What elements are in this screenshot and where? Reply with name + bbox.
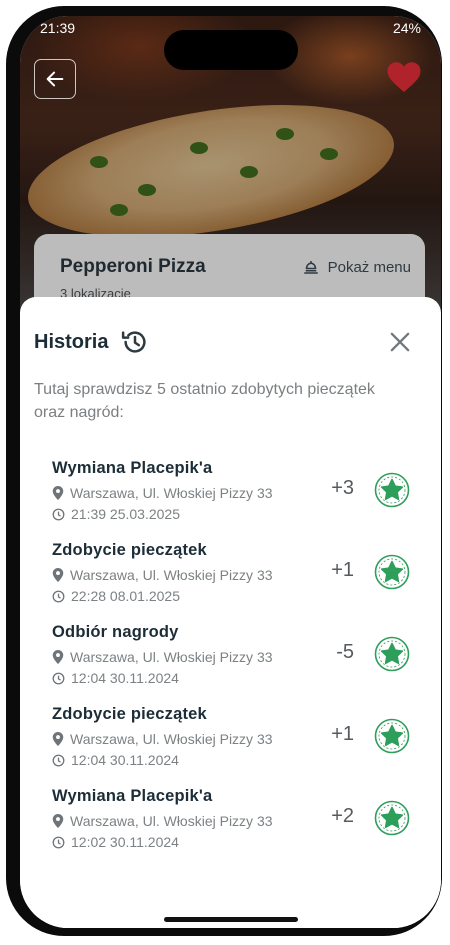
history-item: Wymiana Placepik'a Warszawa, Ul. Włoskie… — [52, 459, 412, 541]
history-item-address: Warszawa, Ul. Włoskiej Pizzy 33 — [70, 731, 273, 747]
history-item-datetime: 22:28 08.01.2025 — [71, 588, 180, 604]
history-icon — [121, 331, 146, 353]
history-item: Zdobycie pieczątek Warszawa, Ul. Włoskie… — [52, 541, 412, 623]
history-item-amount: +1 — [331, 723, 354, 745]
history-item-title: Wymiana Placepik'a — [52, 787, 213, 805]
history-item-address: Warszawa, Ul. Włoskiej Pizzy 33 — [70, 485, 273, 501]
sheet-description: Tutaj sprawdzisz 5 ostatnio zdobytych pi… — [34, 381, 375, 421]
history-list: Wymiana Placepik'a Warszawa, Ul. Włoskie… — [52, 459, 412, 869]
arrow-left-icon — [46, 71, 64, 87]
history-item-amount: +3 — [331, 477, 354, 499]
clock-icon — [52, 590, 65, 602]
heart-icon[interactable] — [386, 60, 422, 94]
location-pin-icon — [52, 814, 64, 828]
star-stamp-icon — [374, 718, 410, 754]
sheet-title: Historia — [34, 331, 109, 353]
history-item-address: Warszawa, Ul. Włoskiej Pizzy 33 — [70, 567, 273, 583]
show-menu-button[interactable]: Pokaż menu — [302, 258, 411, 276]
history-item-title: Zdobycie pieczątek — [52, 541, 207, 559]
location-pin-icon — [52, 650, 64, 664]
history-item-amount: -5 — [336, 641, 354, 663]
restaurant-name: Pepperoni Pizza — [60, 256, 206, 277]
history-item: Zdobycie pieczątek Warszawa, Ul. Włoskie… — [52, 705, 412, 787]
status-battery: 24% — [392, 20, 421, 36]
screen: 21:39 24% Pepperoni Pizza 3 lokalizacje … — [20, 16, 441, 928]
history-item-datetime: 12:04 30.11.2024 — [71, 670, 179, 686]
show-menu-label: Pokaż menu — [327, 258, 411, 276]
home-indicator[interactable] — [164, 917, 298, 922]
history-item-datetime: 12:02 30.11.2024 — [71, 834, 179, 850]
location-pin-icon — [52, 732, 64, 746]
history-item: Odbiór nagrody Warszawa, Ul. Włoskiej Pi… — [52, 623, 412, 705]
clock-icon — [52, 508, 65, 520]
clock-icon — [52, 836, 65, 848]
clock-icon — [52, 754, 65, 766]
history-item-title: Odbiór nagrody — [52, 623, 179, 641]
phone-frame: 21:39 24% Pepperoni Pizza 3 lokalizacje … — [6, 6, 442, 936]
star-stamp-icon — [374, 472, 410, 508]
history-item-amount: +2 — [331, 805, 354, 827]
history-item-amount: +1 — [331, 559, 354, 581]
star-stamp-icon — [374, 636, 410, 672]
status-time: 21:39 — [40, 20, 76, 36]
history-item: Wymiana Placepik'a Warszawa, Ul. Włoskie… — [52, 787, 412, 869]
clock-icon — [52, 672, 65, 684]
history-item-datetime: 21:39 25.03.2025 — [71, 506, 180, 522]
history-item-address: Warszawa, Ul. Włoskiej Pizzy 33 — [70, 813, 273, 829]
camera-notch — [164, 30, 298, 70]
close-icon[interactable] — [386, 328, 414, 356]
star-stamp-icon — [374, 554, 410, 590]
back-button[interactable] — [34, 59, 76, 99]
star-stamp-icon — [374, 800, 410, 836]
history-item-datetime: 12:04 30.11.2024 — [71, 752, 179, 768]
menu-icon — [303, 261, 318, 274]
history-item-title: Wymiana Placepik'a — [52, 459, 213, 477]
location-pin-icon — [52, 568, 64, 582]
history-item-address: Warszawa, Ul. Włoskiej Pizzy 33 — [70, 649, 273, 665]
location-pin-icon — [52, 486, 64, 500]
history-sheet: Historia Tutaj sprawdzisz 5 ostatnio zdo… — [20, 297, 441, 928]
history-item-title: Zdobycie pieczątek — [52, 705, 207, 723]
